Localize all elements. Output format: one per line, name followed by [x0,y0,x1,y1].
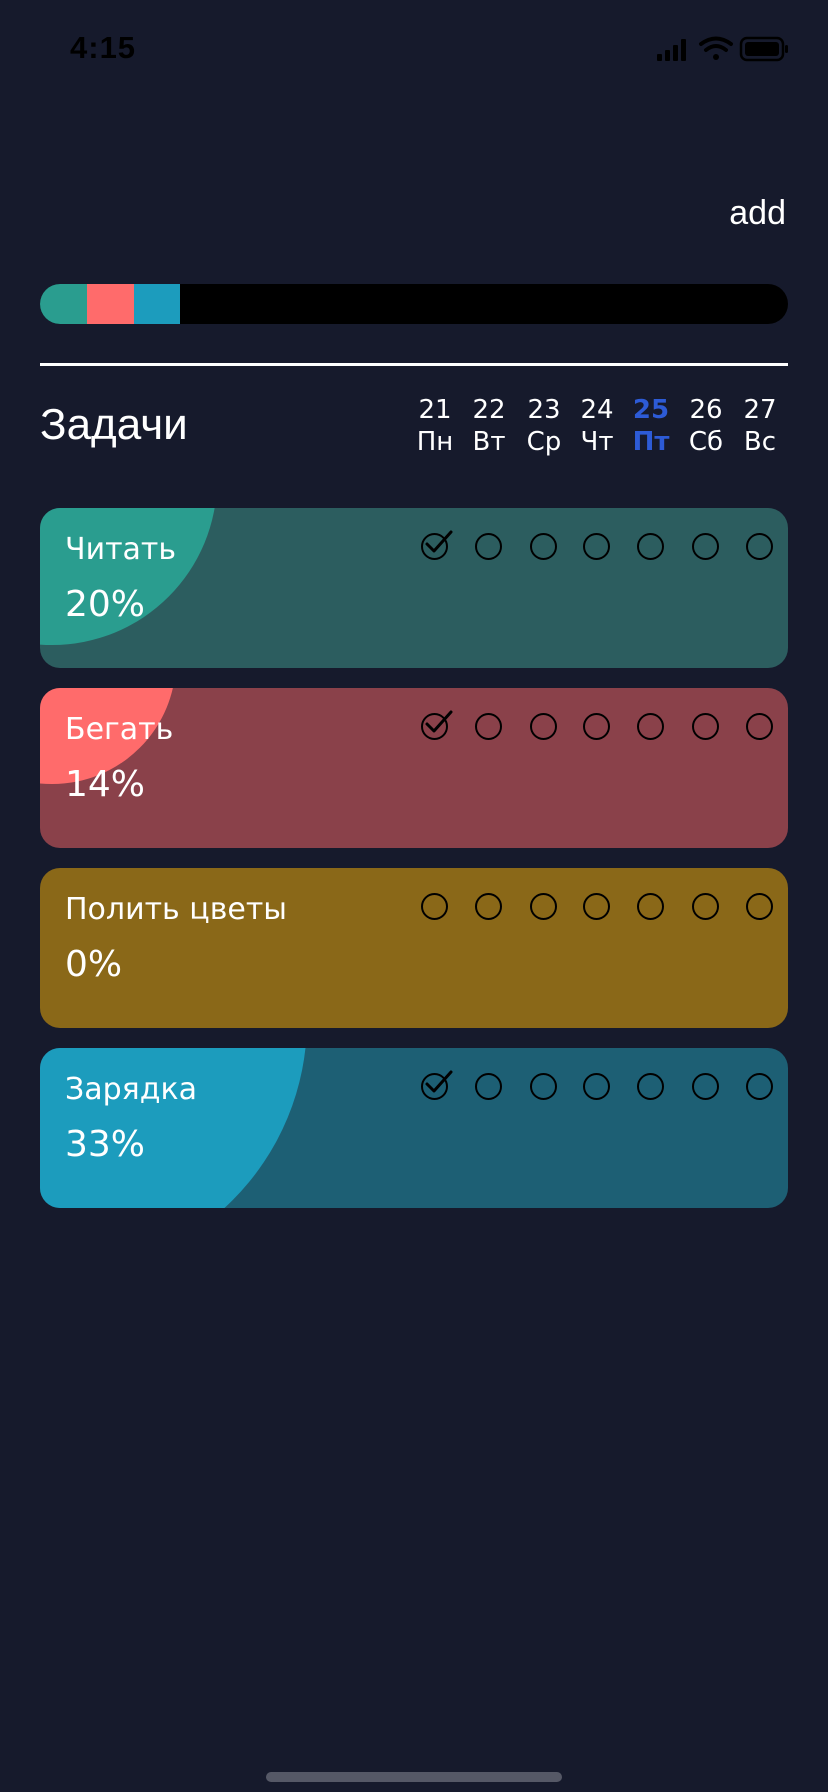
day-check-empty[interactable] [475,1073,502,1100]
progress-segment-2 [86,284,134,324]
overall-progress-bar [40,284,788,324]
progress-segment-3 [133,284,181,324]
status-time: 4:15 [70,30,137,65]
day-check-empty[interactable] [746,1073,773,1100]
weekday-name: Пн [416,427,454,457]
day-check-empty[interactable] [637,533,664,560]
weekday-number: 22 [472,395,506,425]
day-check-empty[interactable] [637,1073,664,1100]
day-check-empty[interactable] [530,533,557,560]
task-percent: 33% [65,1124,146,1165]
weekday-number: 23 [527,395,561,425]
checkmark-icon [425,1070,453,1093]
weekday-7: 27 Вс [733,394,787,458]
weekday-5: 25 Пт [624,394,678,458]
checkmark-icon [425,530,453,553]
add-button[interactable]: add [729,194,786,233]
day-check-empty[interactable] [746,713,773,740]
task-name: Полить цветы [65,892,287,927]
weekday-number: 27 [743,395,777,425]
day-check-done[interactable] [421,530,453,560]
day-check-empty[interactable] [475,533,502,560]
day-check-empty[interactable] [637,893,664,920]
day-check-empty[interactable] [583,1073,610,1100]
section-title: Задачи [40,400,188,449]
task-card[interactable]: Читать 20% [40,508,788,668]
day-check-empty[interactable] [530,893,557,920]
task-name: Бегать [65,712,174,747]
day-check-empty[interactable] [692,713,719,740]
task-percent: 0% [65,944,123,985]
day-check-empty[interactable] [583,533,610,560]
weekday-name: Пт [632,427,670,457]
task-percent: 20% [65,584,146,625]
day-check-done[interactable] [421,1070,453,1100]
task-card[interactable]: Зарядка 33% [40,1048,788,1208]
day-check-empty[interactable] [692,1073,719,1100]
weekday-number: 24 [580,395,614,425]
week-header: 21 Пн 22 Вт 23 Ср 24 Чт 25 Пт 26 Сб 27 Вс [410,394,790,458]
weekday-number: 21 [418,395,452,425]
weekday-6: 26 Сб [679,394,733,458]
day-check-empty[interactable] [583,893,610,920]
weekday-1: 21 Пн [408,394,462,458]
day-check-empty[interactable] [421,893,448,920]
day-check-empty[interactable] [746,533,773,560]
weekday-3: 23 Ср [517,394,571,458]
battery-icon [739,36,788,62]
home-indicator [266,1772,562,1782]
task-percent: 14% [65,764,146,805]
weekday-name: Чт [580,427,614,457]
task-name: Зарядка [65,1072,197,1107]
weekday-name: Сб [688,427,724,457]
status-icons [655,36,790,62]
day-check-empty[interactable] [475,713,502,740]
day-check-empty[interactable] [530,713,557,740]
day-check-done[interactable] [421,710,453,740]
weekday-number: 26 [689,395,723,425]
divider [40,363,788,366]
weekday-2: 22 Вт [462,394,516,458]
checkmark-icon [425,710,453,733]
wifi-icon [699,36,733,60]
day-check-empty[interactable] [637,713,664,740]
task-name: Читать [65,532,177,567]
day-check-empty[interactable] [692,893,719,920]
cellular-signal-icon [657,39,686,61]
day-check-empty[interactable] [475,893,502,920]
weekday-name: Ср [526,427,562,457]
weekday-number: 25 [632,395,670,425]
day-check-empty[interactable] [583,713,610,740]
weekday-4: 24 Чт [570,394,624,458]
day-check-empty[interactable] [746,893,773,920]
day-check-empty[interactable] [530,1073,557,1100]
day-check-empty[interactable] [692,533,719,560]
weekday-name: Вс [743,427,777,457]
weekday-name: Вт [472,427,506,457]
task-card[interactable]: Полить цветы 0% [40,868,788,1028]
progress-segment-1 [40,284,87,324]
task-card[interactable]: Бегать 14% [40,688,788,848]
